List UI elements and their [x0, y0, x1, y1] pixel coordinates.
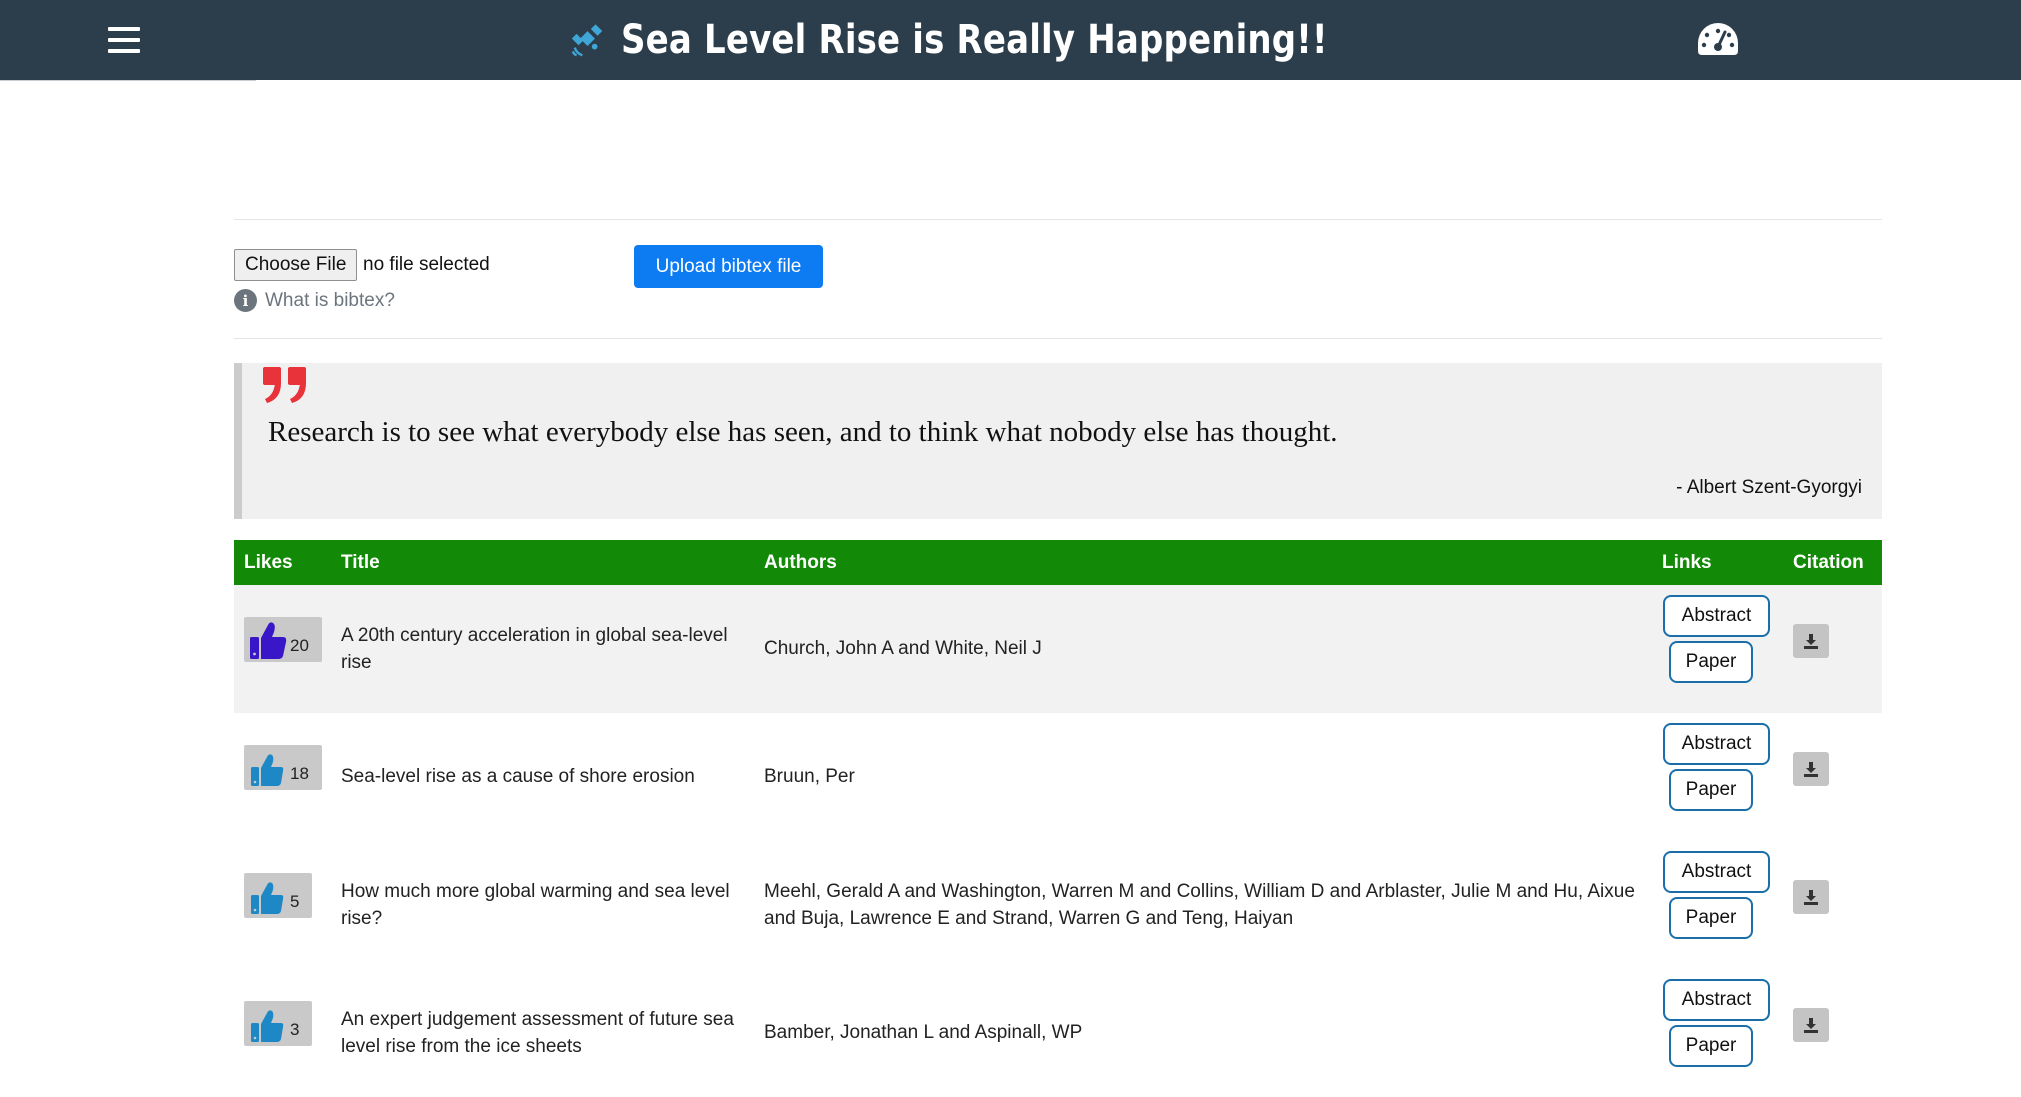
column-header-authors: Authors [764, 552, 837, 573]
abstract-button[interactable]: Abstract [1663, 723, 1770, 765]
like-count: 3 [290, 1019, 300, 1039]
paper-authors: Meehl, Gerald A and Washington, Warren M… [764, 881, 1635, 929]
like-count: 18 [290, 763, 309, 783]
table-row: 3 An expert judgement assessment of futu… [234, 969, 1882, 1097]
table-row: 20 A 20th century acceleration in global… [234, 585, 1882, 713]
column-header-likes: Likes [244, 552, 293, 573]
paper-title: An expert judgement assessment of future… [341, 1009, 734, 1057]
column-header-links: Links [1662, 552, 1712, 573]
thumbs-up-icon [251, 1009, 284, 1042]
abstract-button[interactable]: Abstract [1663, 595, 1770, 637]
paper-authors: Bamber, Jonathan L and Aspinall, WP [764, 1022, 1083, 1043]
column-header-title: Title [341, 552, 380, 573]
like-count: 5 [290, 891, 300, 911]
paper-button[interactable]: Paper [1669, 897, 1753, 939]
citation-download-button[interactable] [1793, 880, 1829, 914]
abstract-button[interactable]: Abstract [1663, 979, 1770, 1021]
upload-bibtex-button[interactable]: Upload bibtex file [634, 245, 823, 288]
download-icon [1804, 890, 1818, 905]
quote-icon [263, 367, 306, 403]
column-header-citation: Citation [1793, 552, 1864, 573]
page-title: Sea Level Rise is Really Happening!! [620, 17, 1328, 63]
what-is-bibtex-label: What is bibtex? [265, 289, 395, 311]
quote-author: - Albert Szent-Gyorgyi [1676, 477, 1862, 498]
paper-title: A 20th century acceleration in global se… [341, 625, 728, 673]
paper-title: How much more global warming and sea lev… [341, 881, 730, 929]
citation-download-button[interactable] [1793, 1008, 1829, 1042]
paper-button[interactable]: Paper [1669, 1025, 1753, 1067]
like-button[interactable]: 20 [244, 617, 322, 662]
download-icon [1804, 634, 1818, 649]
quote-block: Research is to see what everybody else h… [234, 363, 1882, 519]
papers-table: Likes Title Authors Links Citation 20 A … [234, 540, 1882, 1097]
paper-title: Sea-level rise as a cause of shore erosi… [341, 766, 695, 787]
thumbs-up-icon [251, 881, 284, 914]
divider [234, 338, 1882, 339]
paper-button[interactable]: Paper [1669, 641, 1753, 683]
table-header: Likes Title Authors Links Citation [234, 540, 1882, 585]
download-icon [1804, 1018, 1818, 1033]
paper-authors: Church, John A and White, Neil J [764, 638, 1042, 659]
download-icon [1804, 762, 1818, 777]
like-button[interactable]: 3 [244, 1001, 312, 1046]
thumbs-up-icon [251, 753, 284, 786]
like-button[interactable]: 18 [244, 745, 322, 790]
top-navbar: Sea Level Rise is Really Happening!! [0, 0, 2021, 80]
thumbs-up-icon [250, 621, 287, 659]
what-is-bibtex-link[interactable]: i What is bibtex? [234, 289, 395, 312]
table-row: 18 Sea-level rise as a cause of shore er… [234, 713, 1882, 841]
paper-authors: Bruun, Per [764, 766, 855, 787]
satellite-icon [571, 24, 603, 57]
file-status-text: no file selected [363, 254, 490, 275]
divider [234, 219, 1882, 220]
abstract-button[interactable]: Abstract [1663, 851, 1770, 893]
choose-file-button[interactable]: Choose File [234, 249, 358, 281]
table-row: 5 How much more global warming and sea l… [234, 841, 1882, 969]
citation-download-button[interactable] [1793, 624, 1829, 658]
like-button[interactable]: 5 [244, 873, 312, 918]
citation-download-button[interactable] [1793, 752, 1829, 786]
like-count: 20 [290, 635, 309, 655]
info-icon: i [234, 289, 257, 312]
quote-text: Research is to see what everybody else h… [268, 416, 1338, 448]
nav-underline [0, 80, 256, 81]
dashboard-gauge-icon[interactable] [1696, 21, 1740, 57]
paper-button[interactable]: Paper [1669, 769, 1753, 811]
